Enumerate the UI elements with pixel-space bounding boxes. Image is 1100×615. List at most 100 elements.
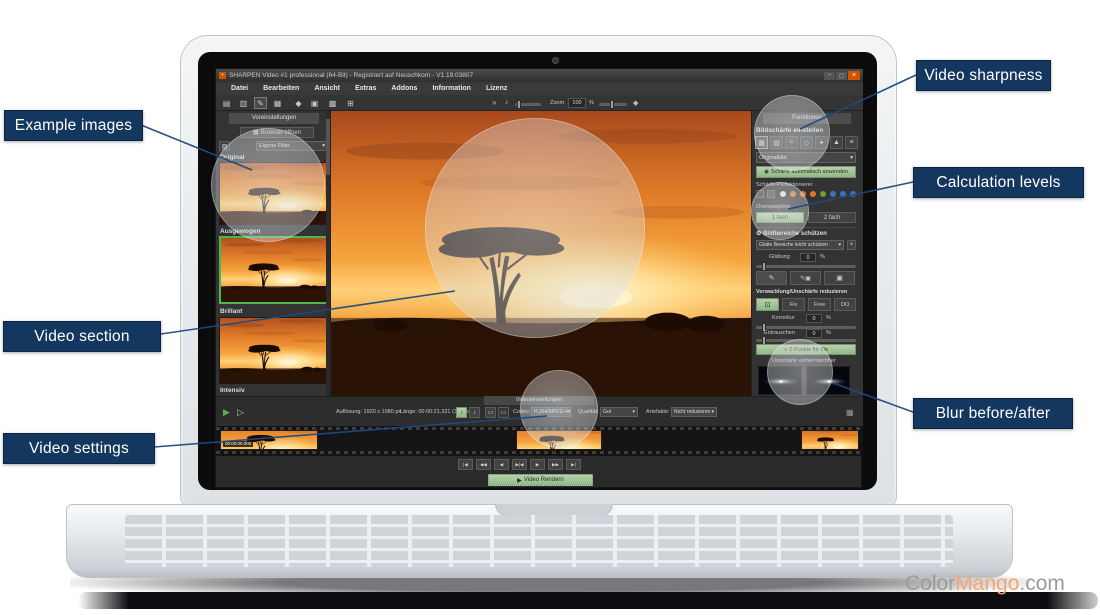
step-back-button[interactable]: ◀ bbox=[494, 459, 509, 470]
camera-icon[interactable]: ▣ bbox=[308, 97, 321, 109]
minimize-button[interactable]: – bbox=[824, 72, 835, 80]
perfecter-dot-5[interactable] bbox=[820, 191, 826, 197]
smoothing-percent: % bbox=[820, 255, 825, 261]
new-document-icon[interactable]: ▤ bbox=[220, 97, 233, 109]
monitor-2-icon[interactable]: ▭ bbox=[498, 407, 509, 418]
menu-bar: Datei Bearbeiten Ansicht Extras Addons I… bbox=[216, 82, 863, 95]
preset-label-intensiv: Intensiv bbox=[220, 388, 245, 395]
perfecter-dot-4[interactable] bbox=[810, 191, 816, 197]
smoothing-label: Glättung bbox=[769, 255, 790, 261]
render-icon: ▶ bbox=[517, 477, 522, 484]
correction-percent: % bbox=[826, 316, 831, 322]
crop-icon[interactable]: ⊞ bbox=[344, 97, 357, 109]
magnifier-circle-example-images bbox=[211, 128, 325, 242]
film-grid-icon[interactable]: ▦ bbox=[846, 408, 854, 417]
artifacts-value: Nicht reduzieren bbox=[674, 409, 710, 415]
perfecter-dot-7[interactable] bbox=[840, 191, 846, 197]
shake-target-button[interactable]: ⊡ bbox=[756, 298, 779, 311]
presets-panel-header[interactable]: Voreinstellungen bbox=[229, 113, 319, 124]
magnifier-circle-video-section bbox=[425, 118, 645, 338]
menu-ansicht[interactable]: Ansicht bbox=[314, 85, 340, 92]
menu-lizenz[interactable]: Lizenz bbox=[486, 85, 507, 92]
smoothing-value[interactable]: 0 bbox=[800, 253, 816, 262]
lens-icon: ◉ bbox=[764, 169, 769, 175]
zoom-percent: % bbox=[589, 101, 594, 107]
render-video-label: Video Rendern bbox=[524, 477, 564, 483]
denoise-label: Entrauschen bbox=[764, 331, 795, 337]
preset-thumbnail-brillant[interactable] bbox=[219, 317, 328, 384]
sharpen-mountain-icon[interactable]: ▲ bbox=[830, 136, 843, 149]
menu-bearbeiten[interactable]: Bearbeiten bbox=[263, 85, 299, 92]
close-icon: × bbox=[850, 242, 854, 248]
brush-icon[interactable]: ✎ bbox=[756, 271, 787, 285]
menu-addons[interactable]: Addons bbox=[391, 85, 417, 92]
monitor-icon[interactable]: ▭ bbox=[485, 407, 496, 418]
oversampling-2x-button[interactable]: 2 fach bbox=[808, 212, 856, 223]
shake-free-button[interactable]: Free bbox=[808, 298, 831, 311]
callout-video-section: Video section bbox=[3, 321, 161, 352]
app-icon: ▪ bbox=[219, 72, 226, 79]
magnifier-circle-video-sharpness bbox=[754, 95, 830, 171]
denoise-value[interactable]: 0 bbox=[806, 329, 822, 338]
preset-thumbnail-ausgewogen-selected[interactable] bbox=[219, 236, 328, 304]
copy-icon[interactable]: ▥ bbox=[237, 97, 250, 109]
title-bar: ▪ SHARPEN Video #1 professional (64-Bit)… bbox=[216, 69, 863, 82]
zoom-fit-icon[interactable]: ◆ bbox=[633, 99, 638, 107]
camera-protect-icon[interactable]: ▣ bbox=[824, 271, 855, 285]
timeline-frame-3[interactable] bbox=[801, 430, 859, 450]
volume-icon: ♪ bbox=[505, 99, 509, 106]
expand-chevron-icon[interactable]: » bbox=[492, 98, 496, 107]
correction-label: Korrektur bbox=[772, 316, 795, 322]
menu-information[interactable]: Information bbox=[432, 85, 471, 92]
layout-icon[interactable]: ▦ bbox=[271, 97, 284, 109]
wand-icon[interactable]: ✎ bbox=[254, 97, 267, 109]
perfecter-dot-6[interactable] bbox=[830, 191, 836, 197]
play-icon[interactable]: ▶ bbox=[223, 408, 230, 417]
step-forward-button[interactable]: ▶ bbox=[530, 459, 545, 470]
chevron-down-icon: ▾ bbox=[711, 409, 714, 415]
fast-forward-button[interactable]: ▶▶ bbox=[548, 459, 563, 470]
zoom-slider[interactable] bbox=[599, 103, 627, 106]
perfecter-dot-8[interactable] bbox=[850, 191, 856, 197]
close-button[interactable]: × bbox=[848, 71, 860, 80]
correction-value[interactable]: 0 bbox=[806, 314, 822, 323]
protect-mode-dropdown[interactable]: Glatte Bereiche leicht schützen ▾ bbox=[756, 240, 844, 250]
brush-camera-icon[interactable]: ✎▣ bbox=[790, 271, 821, 285]
resolution-label: Auflösung: 1920 x 1080 px bbox=[336, 410, 401, 416]
gem-icon[interactable]: ◆ bbox=[292, 97, 305, 109]
page: ▪ SHARPEN Video #1 professional (64-Bit)… bbox=[0, 0, 1100, 615]
protect-clear-button[interactable]: × bbox=[847, 240, 856, 250]
laptop-keyboard bbox=[125, 515, 953, 567]
speaker-on-icon[interactable]: ♪ bbox=[456, 407, 467, 418]
sharpen-list-icon[interactable]: ≡ bbox=[845, 136, 858, 149]
shake-fix-button[interactable]: Fix bbox=[782, 298, 805, 311]
render-video-button[interactable]: ▶ Video Rendern bbox=[488, 474, 593, 486]
maximize-button[interactable]: ▢ bbox=[836, 72, 847, 80]
protect-mode-value: Glatte Bereiche leicht schützen bbox=[759, 242, 828, 248]
speaker-off-icon[interactable]: ♪ bbox=[469, 407, 480, 418]
preview-play-icon[interactable]: ▷ bbox=[237, 408, 244, 417]
presets-scrollbar[interactable] bbox=[326, 111, 330, 396]
smoothing-slider[interactable] bbox=[756, 265, 856, 268]
fast-rewind-button[interactable]: ◀◀ bbox=[476, 459, 491, 470]
go-to-start-button[interactable]: |◀ bbox=[458, 459, 473, 470]
play-pause-button[interactable]: ▶|◀ bbox=[512, 459, 527, 470]
menu-datei[interactable]: Datei bbox=[231, 85, 248, 92]
artifacts-dropdown[interactable]: Nicht reduzieren ▾ bbox=[671, 407, 717, 417]
watermark-com: .com bbox=[1019, 572, 1065, 595]
target-icon: ⊡ bbox=[765, 301, 771, 309]
go-to-end-button[interactable]: ▶| bbox=[566, 459, 581, 470]
artifacts-label: Artefakte: bbox=[646, 410, 670, 416]
film-icon[interactable]: ▩ bbox=[326, 97, 339, 109]
chevron-down-icon: ▾ bbox=[838, 242, 841, 248]
volume-slider[interactable] bbox=[515, 103, 541, 106]
chevron-down-icon: ▾ bbox=[850, 155, 853, 161]
callout-example-images: Example images bbox=[4, 110, 143, 141]
timeline-frame-1[interactable]: 00:00:00.000 bbox=[220, 430, 318, 450]
shake-oo-button[interactable]: OO bbox=[834, 298, 856, 311]
callout-video-settings: Video settings bbox=[3, 433, 155, 464]
magnifier-circle-blur-before-after bbox=[767, 339, 833, 405]
quality-dropdown[interactable]: Gut ▾ bbox=[600, 407, 638, 417]
menu-extras[interactable]: Extras bbox=[355, 85, 376, 92]
zoom-value[interactable]: 100 bbox=[568, 98, 586, 108]
